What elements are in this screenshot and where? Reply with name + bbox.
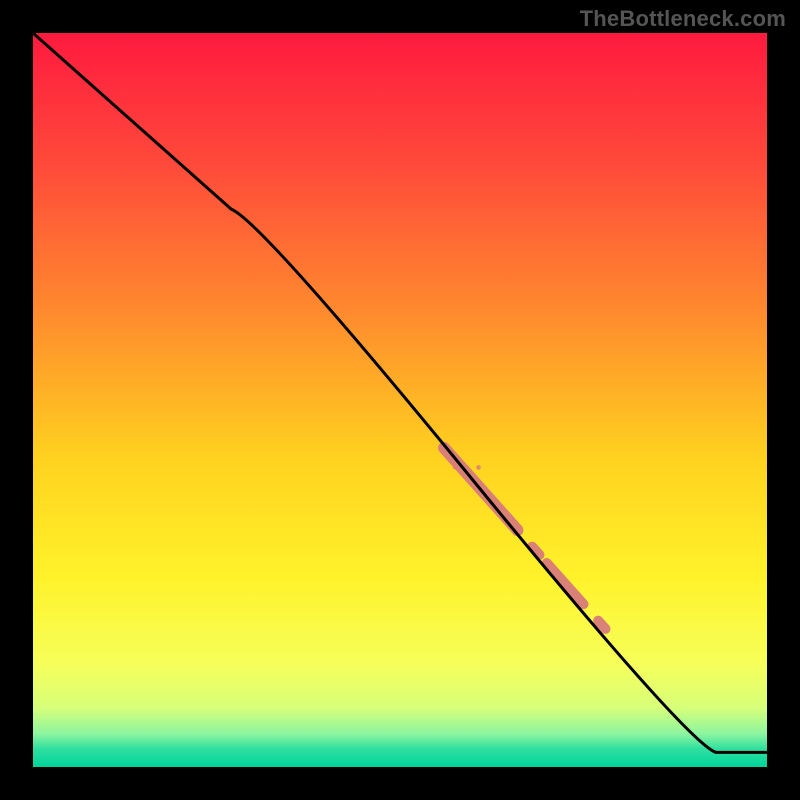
highlight-drip xyxy=(476,465,481,470)
highlight-drip xyxy=(453,465,458,470)
chart-canvas xyxy=(0,0,800,800)
gradient-background xyxy=(33,33,767,767)
chart-stage: TheBottleneck.com xyxy=(0,0,800,800)
watermark-text: TheBottleneck.com xyxy=(580,6,786,32)
highlight-capsule xyxy=(598,621,605,629)
